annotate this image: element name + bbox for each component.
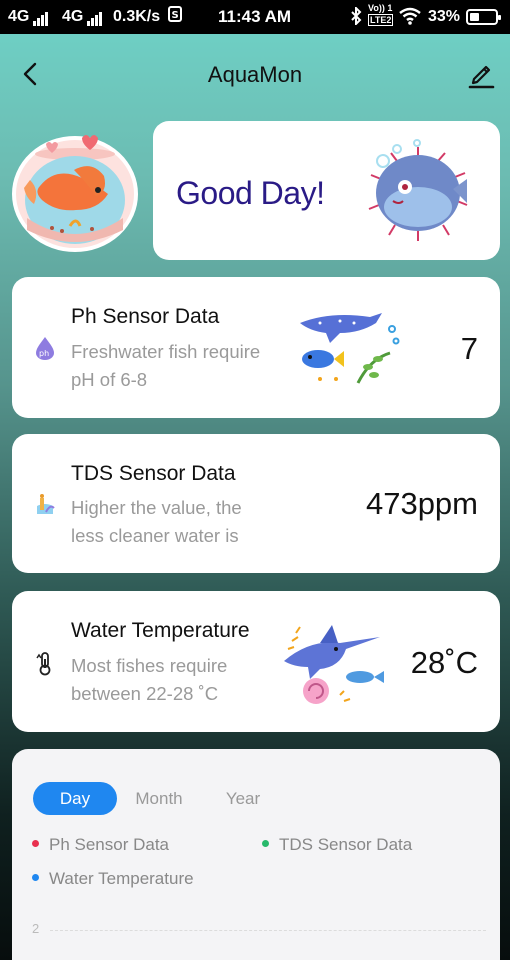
legend-ph-label: Ph Sensor Data bbox=[49, 835, 170, 854]
ph-sensor-card[interactable]: ph Ph Sensor Data Freshwater fish requir… bbox=[12, 277, 500, 418]
greeting-card: Good Day! bbox=[153, 121, 500, 260]
signal-2-icon bbox=[86, 8, 102, 26]
chart-gridline bbox=[50, 930, 486, 931]
ph-card-title: Ph Sensor Data bbox=[71, 305, 220, 328]
tab-month[interactable]: Month bbox=[124, 782, 194, 815]
data-saver-icon: S bbox=[168, 6, 182, 27]
y-axis-tick: 2 bbox=[32, 921, 40, 936]
bluetooth-icon bbox=[350, 5, 362, 30]
app-title: AquaMon bbox=[207, 62, 303, 87]
pufferfish-image bbox=[363, 129, 473, 249]
temp-desc-line-1: Most fishes require bbox=[71, 655, 228, 676]
battery-icon bbox=[466, 9, 501, 25]
tab-year[interactable]: Year bbox=[210, 782, 276, 815]
svg-text:ph: ph bbox=[39, 349, 49, 358]
tab-day[interactable]: Day bbox=[33, 782, 117, 815]
network-1-label: 4G bbox=[8, 8, 30, 25]
legend-tds-dot bbox=[262, 840, 269, 848]
ph-desc-line-2: pH of 6-8 bbox=[71, 369, 148, 390]
temp-card-title: Water Temperature bbox=[71, 619, 250, 642]
tds-icon bbox=[34, 492, 56, 518]
volte-label: Vo)) 1 bbox=[368, 3, 393, 13]
status-bar: 4G 4G 0.3K/s S 11:43 AM Vo)) 1 LTE2 33% bbox=[0, 0, 510, 34]
ph-icon: ph bbox=[34, 335, 56, 361]
legend-temperature-label: Water Temperature bbox=[49, 869, 194, 888]
swordfish-image bbox=[280, 621, 390, 712]
wifi-icon bbox=[399, 7, 421, 30]
legend-tds[interactable]: TDS Sensor Data bbox=[262, 835, 412, 855]
network-speed: 0.3K/s bbox=[113, 8, 161, 25]
temperature-value: 28˚C bbox=[410, 645, 478, 680]
temp-desc-line-2: between 22-28 ˚C bbox=[71, 683, 219, 704]
tds-sensor-card[interactable]: TDS Sensor Data Higher the value, the le… bbox=[12, 434, 500, 573]
legend-temperature-dot bbox=[32, 874, 39, 882]
app-bar: AquaMon bbox=[0, 50, 510, 100]
water-temperature-card[interactable]: Water Temperature Most fishes require be… bbox=[12, 591, 500, 732]
temp-card-description: Most fishes require between 22-28 ˚C bbox=[71, 652, 291, 708]
tds-card-title: TDS Sensor Data bbox=[71, 462, 236, 485]
greeting-text: Good Day! bbox=[176, 175, 325, 211]
tds-value: 473ppm bbox=[365, 486, 478, 521]
goldfish-bowl-image bbox=[12, 130, 138, 252]
ph-value: 7 bbox=[460, 331, 478, 366]
legend-temperature[interactable]: Water Temperature bbox=[32, 869, 194, 889]
tds-desc-line-1: Higher the value, the bbox=[71, 497, 242, 518]
edit-pencil-icon[interactable] bbox=[466, 59, 496, 89]
thermometer-icon bbox=[34, 650, 56, 676]
ph-card-description: Freshwater fish require pH of 6-8 bbox=[71, 338, 291, 394]
legend-ph[interactable]: Ph Sensor Data bbox=[32, 835, 169, 855]
tds-card-description: Higher the value, the less cleaner water… bbox=[71, 494, 291, 550]
network-2-label: 4G bbox=[62, 8, 84, 25]
battery-percent: 33% bbox=[428, 8, 461, 25]
lte-label: LTE2 bbox=[368, 14, 394, 26]
svg-text:S: S bbox=[172, 10, 179, 21]
signal-1-icon bbox=[32, 8, 48, 26]
legend-ph-dot bbox=[32, 840, 39, 848]
legend-tds-label: TDS Sensor Data bbox=[279, 835, 413, 854]
ph-desc-line-1: Freshwater fish require bbox=[71, 341, 261, 362]
chart-card: Day Month Year Ph Sensor Data TDS Sensor… bbox=[12, 749, 500, 960]
sea-creatures-image bbox=[290, 309, 400, 394]
clock: 11:43 AM bbox=[218, 7, 292, 26]
tds-desc-line-2: less cleaner water is bbox=[71, 525, 239, 546]
